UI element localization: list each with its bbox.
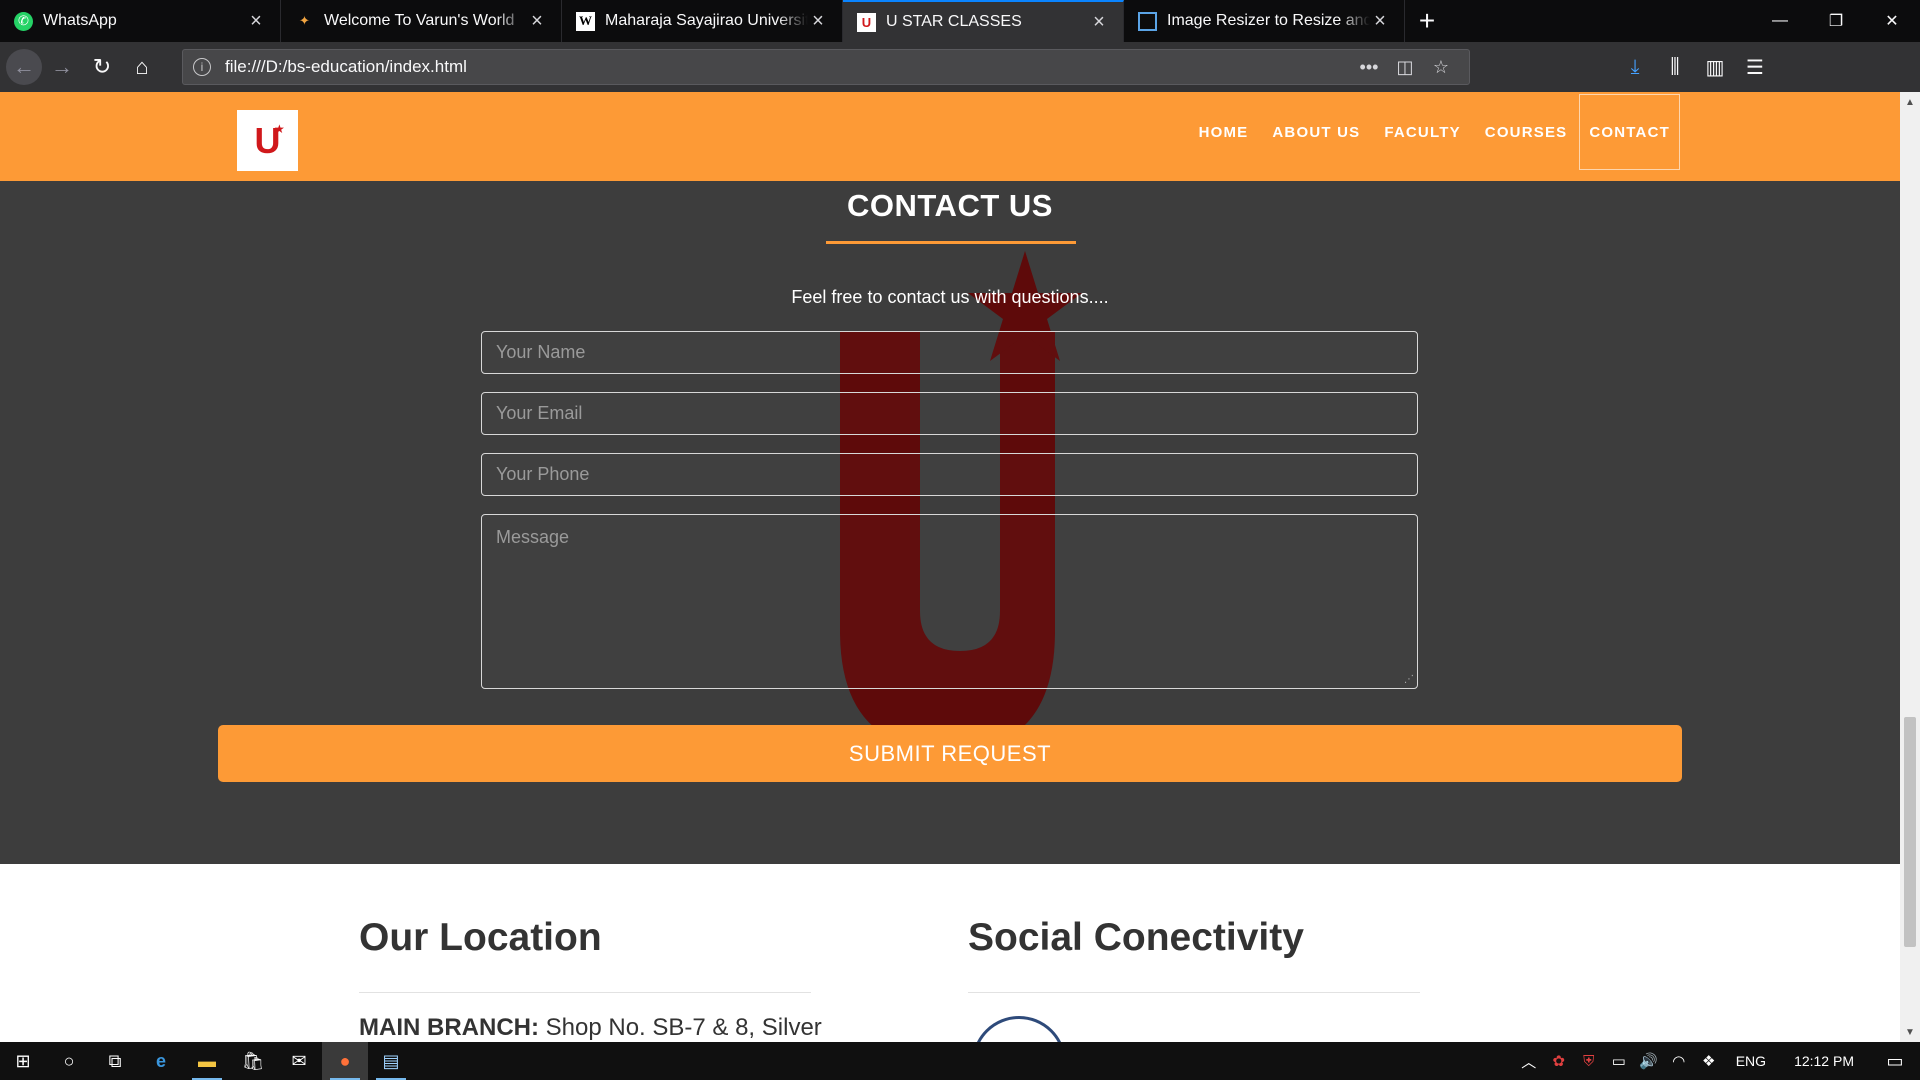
location-divider: [359, 992, 811, 993]
tab-title: Welcome To Varun's World: [324, 12, 515, 29]
tab-title: Image Resizer to Resize and Crop: [1167, 12, 1370, 29]
volume-icon[interactable]: 🔊: [1634, 1052, 1664, 1070]
battery-icon[interactable]: ▭: [1604, 1052, 1634, 1070]
mail-icon[interactable]: ✉: [276, 1042, 322, 1080]
site-info-icon[interactable]: i: [193, 58, 211, 76]
name-field[interactable]: Your Name: [481, 331, 1418, 374]
tab-varuns-world[interactable]: ✦ Welcome To Varun's World ×: [281, 0, 562, 42]
branch-text: Shop No. SB-7 & 8, Silver: [538, 1014, 822, 1041]
restore-icon[interactable]: ❐: [1808, 0, 1864, 42]
contact-heading: CONTACT US: [847, 188, 1053, 223]
bookmark-star-icon[interactable]: ☆: [1423, 57, 1459, 78]
browser-tab-strip: ✆ WhatsApp × ✦ Welcome To Varun's World …: [0, 0, 1920, 42]
toolbar-right: ⤓ ⫼ ▥ ☰: [1615, 49, 1775, 85]
store-icon[interactable]: 🛍: [230, 1042, 276, 1080]
reload-icon[interactable]: ↻: [82, 49, 122, 85]
browser-navigation-bar: ← → ↻ ⌂ i file:///D:/bs-education/index.…: [0, 42, 1920, 92]
page-viewport: U ★ HOME ABOUT US FACULTY COURSES CONTAC…: [0, 92, 1900, 1042]
name-placeholder: Your Name: [496, 342, 586, 362]
clock[interactable]: 12:12 PM: [1778, 1053, 1870, 1069]
location-heading: Our Location: [359, 916, 602, 959]
tab-ustar-classes[interactable]: U U STAR CLASSES ×: [843, 0, 1124, 42]
wifi-icon[interactable]: ◠: [1664, 1052, 1694, 1070]
notepad-icon[interactable]: ▤: [368, 1042, 414, 1080]
nav-faculty[interactable]: FACULTY: [1372, 94, 1472, 170]
cortana-search-icon[interactable]: ○: [46, 1042, 92, 1080]
close-tab-icon[interactable]: ×: [1089, 11, 1109, 34]
edge-icon[interactable]: e: [138, 1042, 184, 1080]
back-icon[interactable]: ←: [6, 49, 42, 85]
close-window-icon[interactable]: ✕: [1864, 0, 1920, 42]
branch-label: MAIN BRANCH:: [359, 1014, 539, 1041]
site-header: U ★ HOME ABOUT US FACULTY COURSES CONTAC…: [0, 92, 1900, 181]
social-heading: Social Conectivity: [968, 916, 1304, 959]
whatsapp-icon: ✆: [14, 11, 33, 31]
close-tab-icon[interactable]: ×: [527, 10, 547, 33]
window-controls: — ❐ ✕: [1752, 0, 1920, 42]
firefox-icon[interactable]: ●: [322, 1042, 368, 1080]
dropbox-icon[interactable]: ❖: [1694, 1052, 1724, 1070]
tab-title: U STAR CLASSES: [886, 13, 1022, 30]
system-tray: ︿ ✿ ⛨ ▭ 🔊 ◠ ❖ ENG 12:12 PM ▭: [1514, 1051, 1920, 1072]
url-text[interactable]: file:///D:/bs-education/index.html: [225, 57, 1351, 77]
logo-star-icon: ★: [274, 122, 285, 136]
contact-subtitle: Feel free to contact us with questions..…: [791, 287, 1109, 307]
tab-image-resizer[interactable]: Image Resizer to Resize and Crop ×: [1124, 0, 1405, 42]
email-placeholder: Your Email: [496, 403, 583, 423]
show-hidden-icons-icon[interactable]: ︿: [1514, 1051, 1544, 1072]
page-scrollbar[interactable]: ▲ ▼: [1900, 92, 1920, 1042]
close-tab-icon[interactable]: ×: [1370, 10, 1390, 33]
action-center-icon[interactable]: ▭: [1870, 1051, 1920, 1072]
tab-whatsapp[interactable]: ✆ WhatsApp ×: [0, 0, 281, 42]
message-field[interactable]: Message ⋰: [481, 514, 1418, 689]
nav-home[interactable]: HOME: [1187, 94, 1261, 170]
info-section: Our Location MAIN BRANCH: Shop No. SB-7 …: [0, 864, 1900, 1042]
language-indicator[interactable]: ENG: [1724, 1053, 1778, 1069]
close-tab-icon[interactable]: ×: [246, 10, 266, 33]
new-tab-button[interactable]: +: [1405, 0, 1449, 42]
windows-start-icon[interactable]: ⊞: [0, 1042, 46, 1080]
image-resizer-icon: [1138, 11, 1157, 31]
phone-placeholder: Your Phone: [496, 464, 590, 484]
forward-icon[interactable]: →: [42, 49, 82, 85]
site-logo[interactable]: U ★: [237, 110, 298, 171]
site-nav-menu: HOME ABOUT US FACULTY COURSES CONTACT: [1187, 94, 1680, 170]
downloads-icon[interactable]: ⤓: [1615, 49, 1655, 85]
address-bar[interactable]: i file:///D:/bs-education/index.html •••…: [182, 49, 1470, 85]
star-icon: ✦: [299, 13, 310, 28]
nav-about-us[interactable]: ABOUT US: [1260, 94, 1372, 170]
home-icon[interactable]: ⌂: [122, 49, 162, 85]
file-explorer-icon[interactable]: ▬: [184, 1042, 230, 1080]
sidebar-icon[interactable]: ▥: [1695, 49, 1735, 85]
email-field[interactable]: Your Email: [481, 392, 1418, 435]
nav-courses[interactable]: COURSES: [1473, 94, 1580, 170]
submit-request-button[interactable]: SUBMIT REQUEST: [218, 725, 1682, 782]
tray-app-icon[interactable]: ✿: [1544, 1052, 1574, 1070]
library-icon[interactable]: ⫼: [1655, 49, 1695, 85]
resize-grip-icon[interactable]: ⋰: [1404, 675, 1414, 685]
message-placeholder: Message: [496, 527, 570, 547]
tab-msu[interactable]: W Maharaja Sayajirao University of Barod…: [562, 0, 843, 42]
hamburger-menu-icon[interactable]: ☰: [1735, 49, 1775, 85]
windows-taskbar: ⊞ ○ ⧉ e ▬ 🛍 ✉ ● ▤ ︿ ✿ ⛨ ▭ 🔊 ◠ ❖ ENG 12:1…: [0, 1042, 1920, 1080]
close-tab-icon[interactable]: ×: [808, 10, 828, 33]
scrollbar-thumb[interactable]: [1904, 717, 1916, 947]
heading-underline: [826, 241, 1076, 244]
social-icon-circle[interactable]: [972, 1016, 1066, 1042]
tab-title: WhatsApp: [43, 12, 117, 29]
ustar-icon: U: [857, 12, 876, 32]
minimize-icon[interactable]: —: [1752, 0, 1808, 42]
tab-title: Maharaja Sayajirao University of Baroda: [605, 12, 808, 29]
main-branch-address: MAIN BRANCH: Shop No. SB-7 & 8, Silver: [359, 1014, 822, 1042]
page-actions-icon[interactable]: •••: [1351, 57, 1387, 78]
social-divider: [968, 992, 1420, 993]
scroll-down-icon[interactable]: ▼: [1900, 1022, 1920, 1042]
nav-contact[interactable]: CONTACT: [1579, 94, 1680, 170]
security-shield-icon[interactable]: ⛨: [1574, 1053, 1604, 1070]
scroll-up-icon[interactable]: ▲: [1900, 92, 1920, 112]
phone-field[interactable]: Your Phone: [481, 453, 1418, 496]
task-view-icon[interactable]: ⧉: [92, 1042, 138, 1080]
pocket-icon[interactable]: ◫: [1387, 57, 1423, 78]
wikipedia-icon: W: [576, 11, 595, 31]
